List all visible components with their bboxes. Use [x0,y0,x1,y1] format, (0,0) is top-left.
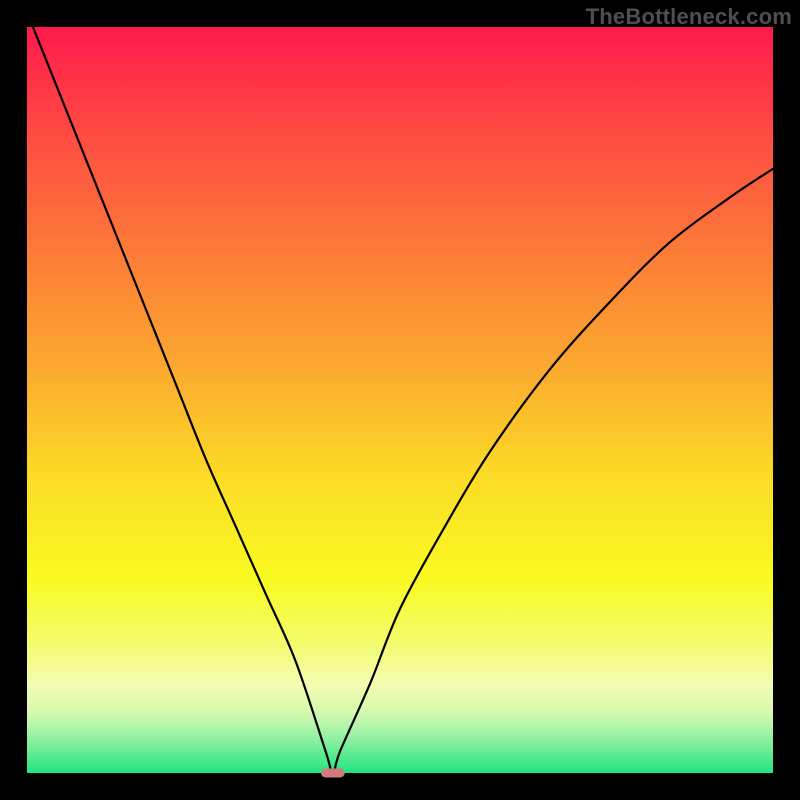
optimal-marker [321,769,345,778]
watermark-text: TheBottleneck.com [586,4,792,30]
curve-svg [27,27,773,773]
plot-area [27,27,773,773]
chart-container: TheBottleneck.com [0,0,800,800]
bottleneck-curve [27,12,773,773]
